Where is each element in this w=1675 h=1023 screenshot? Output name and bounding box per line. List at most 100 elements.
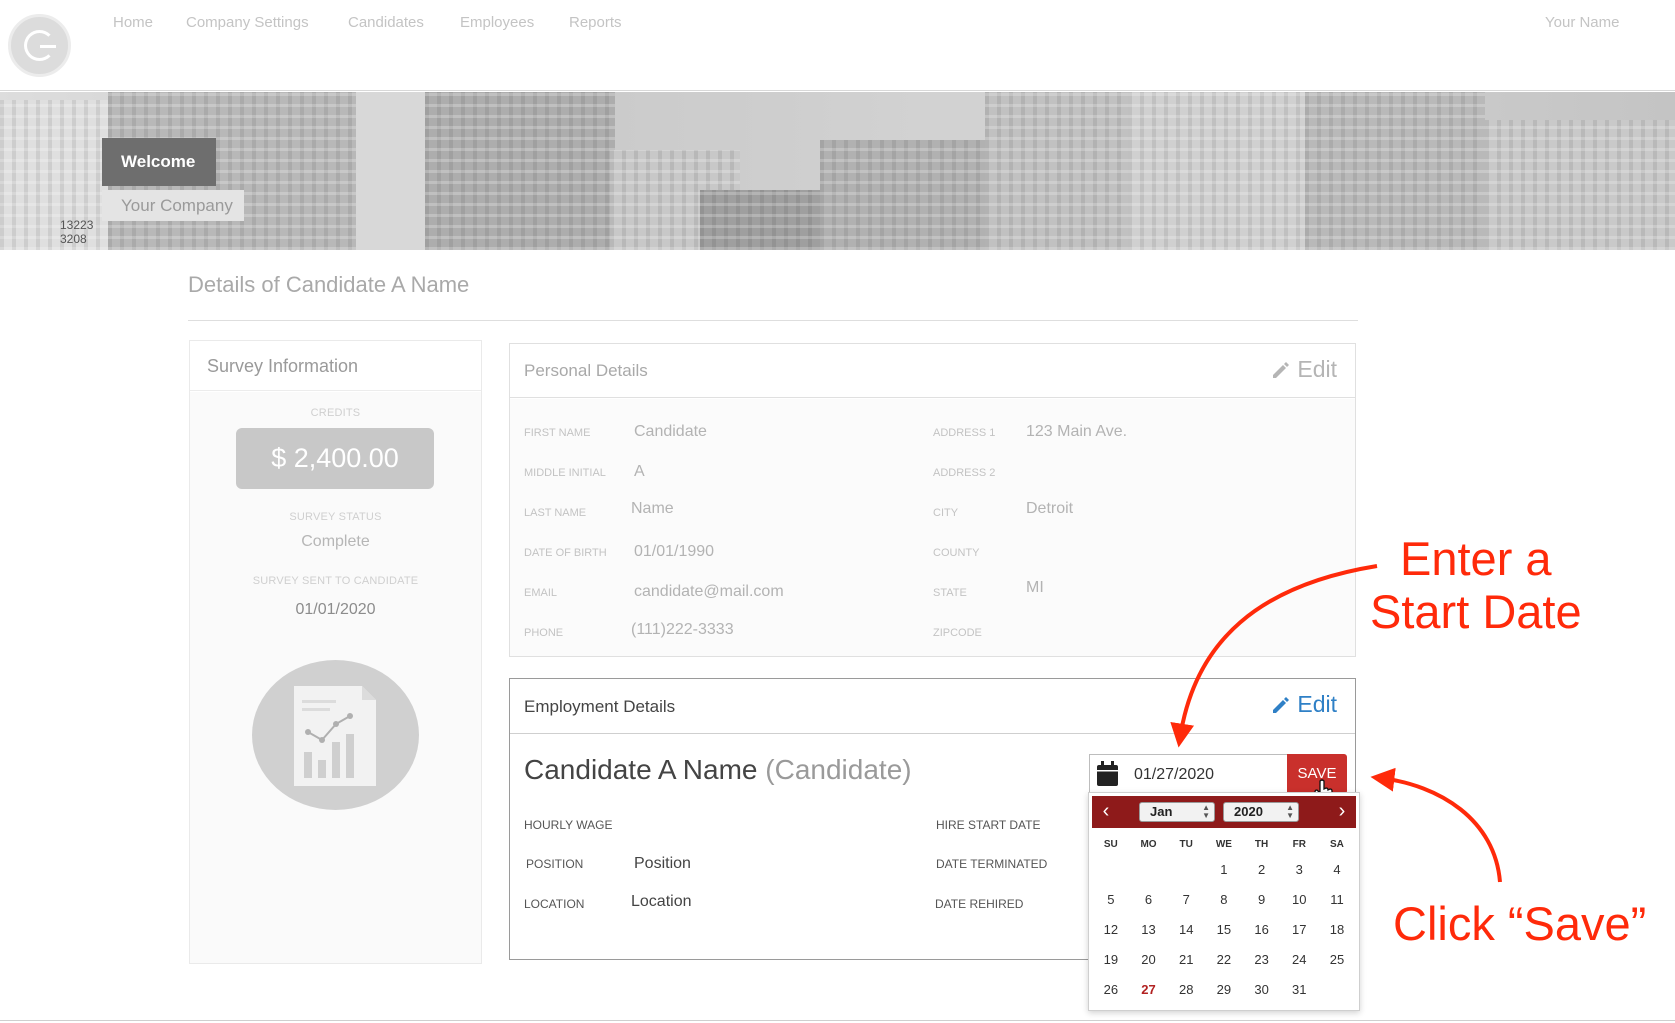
calendar-day[interactable]: 10 bbox=[1280, 885, 1318, 915]
datepicker-calendar: ‹ Jan ▲ ▼ 2020 ▲ ▼ › SU MO TU WE TH FR SA … bbox=[1088, 792, 1360, 1011]
weekday-label: TU bbox=[1179, 839, 1193, 850]
date-of-birth-value: 01/01/1990 bbox=[634, 543, 715, 560]
select-updown-icon: ▲ ▼ bbox=[1286, 803, 1294, 820]
calendar-day[interactable]: 15 bbox=[1205, 915, 1243, 945]
survey-status-value: Complete bbox=[301, 533, 370, 550]
calendar-day[interactable]: 5 bbox=[1092, 885, 1130, 915]
calendar-day bbox=[1167, 855, 1205, 885]
last-name-value: Name bbox=[631, 500, 674, 517]
calendar-day[interactable]: 24 bbox=[1280, 945, 1318, 975]
hire-start-date-label: HIRE START DATE bbox=[936, 818, 1041, 832]
calendar-day[interactable]: 1 bbox=[1205, 855, 1243, 885]
nav-home[interactable]: Home bbox=[113, 14, 153, 31]
calendar-day[interactable]: 7 bbox=[1167, 885, 1205, 915]
email-label: EMAIL bbox=[524, 587, 558, 599]
calendar-day[interactable]: 26 bbox=[1092, 975, 1130, 1005]
calendar-day[interactable]: 17 bbox=[1280, 915, 1318, 945]
calendar-day[interactable]: 11 bbox=[1318, 885, 1356, 915]
hire-start-date-input[interactable] bbox=[1134, 763, 1284, 787]
calendar-day[interactable]: 14 bbox=[1167, 915, 1205, 945]
calendar-day[interactable]: 9 bbox=[1243, 885, 1281, 915]
personal-edit-label: Edit bbox=[1297, 356, 1337, 382]
weekday-label: TH bbox=[1254, 839, 1269, 850]
click-save-callout: Click “Save” bbox=[1393, 897, 1647, 950]
welcome-label: Welcome bbox=[102, 138, 216, 186]
company-logo[interactable] bbox=[8, 14, 71, 77]
credits-label: CREDITS bbox=[310, 407, 361, 419]
calendar-day[interactable]: 29 bbox=[1205, 975, 1243, 1005]
prev-month-chevron-icon[interactable]: ‹ bbox=[1096, 800, 1116, 824]
employment-details-title: Employment Details bbox=[510, 679, 1355, 734]
callout-line: Enter a bbox=[1400, 532, 1552, 585]
report-chart-graphic bbox=[294, 686, 376, 786]
nav-candidates[interactable]: Candidates bbox=[348, 14, 424, 31]
calendar-week-row: 1 2 3 4 bbox=[1092, 855, 1356, 885]
location-value: Location bbox=[631, 893, 692, 910]
nav-user-name[interactable]: Your Name bbox=[1545, 14, 1620, 31]
calendar-day[interactable]: 8 bbox=[1205, 885, 1243, 915]
calendar-day[interactable]: 4 bbox=[1318, 855, 1356, 885]
hero-overlay bbox=[0, 92, 1675, 250]
calendar-day[interactable]: 12 bbox=[1092, 915, 1130, 945]
page-title: Details of Candidate A Name bbox=[188, 272, 470, 297]
candidate-name: Candidate A Name bbox=[524, 754, 758, 785]
year-select[interactable]: 2020 ▲ ▼ bbox=[1223, 802, 1299, 822]
date-rehired-label: DATE REHIRED bbox=[935, 897, 1024, 911]
calendar-day-selected[interactable]: 27 bbox=[1130, 975, 1168, 1005]
report-chart-icon bbox=[252, 660, 419, 810]
calendar-day[interactable]: 31 bbox=[1280, 975, 1318, 1005]
calendar-day[interactable]: 3 bbox=[1280, 855, 1318, 885]
calendar-day[interactable]: 13 bbox=[1130, 915, 1168, 945]
calendar-day[interactable]: 20 bbox=[1130, 945, 1168, 975]
calendar-day[interactable]: 18 bbox=[1318, 915, 1356, 945]
hire-start-date-field[interactable] bbox=[1089, 754, 1287, 794]
arrow-to-save-button bbox=[1370, 767, 1502, 883]
survey-status-label: SURVEY STATUS bbox=[289, 511, 382, 523]
calendar-day[interactable]: 25 bbox=[1318, 945, 1356, 975]
next-month-chevron-icon[interactable]: › bbox=[1332, 800, 1352, 824]
calendar-week-row: 5 6 7 8 9 10 11 bbox=[1092, 885, 1356, 915]
position-value: Position bbox=[634, 855, 691, 872]
logo-g-bar bbox=[40, 45, 56, 48]
nav-reports[interactable]: Reports bbox=[569, 14, 622, 31]
personal-details-body: FIRST NAME Candidate MIDDLE INITIAL A LA… bbox=[510, 399, 1355, 656]
pencil-icon bbox=[1273, 696, 1290, 713]
calendar-header: ‹ Jan ▲ ▼ 2020 ▲ ▼ › bbox=[1092, 796, 1356, 828]
calendar-day[interactable]: 23 bbox=[1243, 945, 1281, 975]
calendar-day[interactable]: 28 bbox=[1167, 975, 1205, 1005]
nav-employees[interactable]: Employees bbox=[460, 14, 534, 31]
calendar-day[interactable]: 30 bbox=[1243, 975, 1281, 1005]
weekday-label: MO bbox=[1140, 839, 1157, 850]
state-value: MI bbox=[1026, 579, 1044, 596]
pencil-icon bbox=[1273, 361, 1290, 378]
county-label: COUNTY bbox=[933, 547, 980, 559]
survey-sent-label: SURVEY SENT TO CANDIDATE bbox=[252, 575, 419, 587]
calendar-day[interactable]: 6 bbox=[1130, 885, 1168, 915]
top-navbar: Home Company Settings Candidates Employe… bbox=[0, 0, 1675, 91]
calendar-icon bbox=[1097, 761, 1118, 786]
address1-label: ADDRESS 1 bbox=[933, 427, 996, 439]
calendar-day bbox=[1130, 855, 1168, 885]
weekday-header-row: SU MO TU WE TH FR SA bbox=[1092, 835, 1356, 855]
hero-sign-number: 13223 bbox=[60, 218, 94, 232]
middle-initial-label: MIDDLE INITIAL bbox=[524, 467, 606, 479]
weekday-label: SA bbox=[1330, 839, 1344, 850]
calendar-day[interactable]: 16 bbox=[1243, 915, 1281, 945]
calendar-week-row: 12 13 14 15 16 17 18 bbox=[1092, 915, 1356, 945]
personal-details-title: Personal Details bbox=[510, 344, 1355, 398]
personal-edit-button[interactable]: Edit bbox=[1271, 356, 1337, 383]
calendar-day[interactable]: 22 bbox=[1205, 945, 1243, 975]
phone-value: (111)222-3333 bbox=[631, 621, 734, 638]
calendar-day[interactable]: 19 bbox=[1092, 945, 1130, 975]
address1-value: 123 Main Ave. bbox=[1026, 423, 1128, 440]
date-of-birth-label: DATE OF BIRTH bbox=[524, 547, 607, 559]
calendar-day[interactable]: 21 bbox=[1167, 945, 1205, 975]
employment-edit-button[interactable]: Edit bbox=[1271, 691, 1337, 718]
footer-divider bbox=[0, 1020, 1675, 1021]
credits-balance: $ 2,400.00 bbox=[236, 428, 434, 489]
month-select[interactable]: Jan ▲ ▼ bbox=[1139, 802, 1215, 822]
nav-company-settings[interactable]: Company Settings bbox=[186, 14, 309, 31]
last-name-label: LAST NAME bbox=[524, 507, 587, 519]
hourly-wage-label: HOURLY WAGE bbox=[524, 818, 613, 832]
calendar-day[interactable]: 2 bbox=[1243, 855, 1281, 885]
